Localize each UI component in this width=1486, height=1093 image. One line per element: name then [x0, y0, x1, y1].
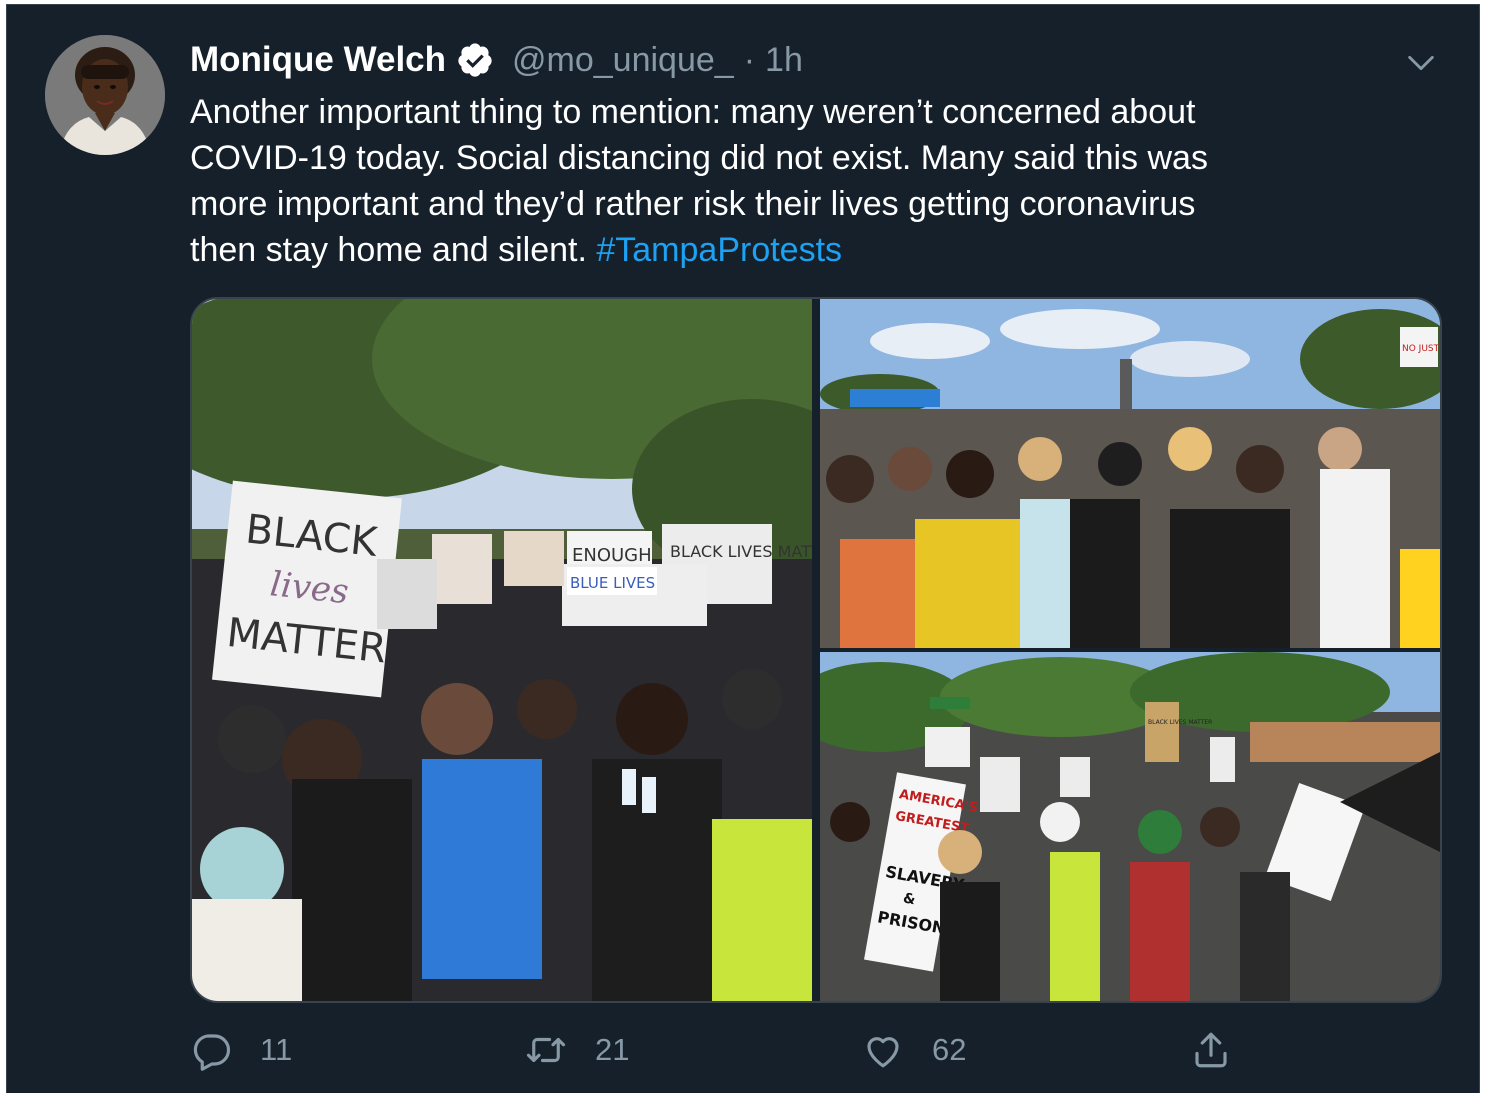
- protest-photo: BLACK lives MATTER BLACK LIVES MATTER EN…: [192, 299, 812, 1001]
- sign-text: lives: [268, 564, 350, 612]
- chevron-down-icon: [1408, 55, 1434, 71]
- photo-1[interactable]: BLACK lives MATTER BLACK LIVES MATTER EN…: [192, 299, 812, 1001]
- retweet-button[interactable]: 21: [525, 1025, 629, 1075]
- tweet-text: Another important thing to mention: many…: [190, 89, 1440, 273]
- reply-button[interactable]: 11: [190, 1025, 292, 1075]
- timestamp[interactable]: 1h: [765, 41, 803, 80]
- more-options-button[interactable]: [1401, 43, 1441, 83]
- author-handle[interactable]: @mo_unique_: [512, 41, 734, 80]
- reply-count: 11: [260, 1032, 293, 1067]
- tweet-text-line-last: then stay home and silent. #TampaProtest…: [190, 227, 1440, 273]
- hashtag-link[interactable]: #TampaProtests: [596, 231, 842, 269]
- like-count: 62: [932, 1032, 967, 1067]
- tweet-text-line: COVID-19 today. Social distancing did no…: [190, 139, 1208, 177]
- photo-2[interactable]: NO JUSTICE NO PEACE: [820, 299, 1440, 648]
- tweet-actions: 11 21 62: [190, 1025, 1250, 1075]
- media-grid: BLACK lives MATTER BLACK LIVES MATTER EN…: [190, 297, 1442, 1003]
- author-name[interactable]: Monique Welch: [190, 40, 446, 80]
- sign-text: BLACK LIVES MATTER: [670, 542, 812, 561]
- sign-text: NO JUSTICE NO PEACE: [1402, 344, 1440, 354]
- tweet-text-line: Another important thing to mention: many…: [190, 93, 1196, 131]
- sign-text: BLUE LIVES: [570, 574, 655, 592]
- separator-dot: ·: [743, 40, 756, 79]
- tweet-text-line: more important and they’d rather risk th…: [190, 185, 1196, 223]
- share-icon: [1195, 1032, 1227, 1068]
- tweet-card[interactable]: Monique Welch @mo_unique_ · 1h Another i…: [6, 4, 1480, 1093]
- verified-badge-icon: [456, 41, 494, 79]
- protest-photo: NO JUSTICE NO PEACE: [820, 299, 1440, 648]
- tweet-text-segment: then stay home and silent.: [190, 231, 597, 269]
- reply-icon: [193, 1034, 230, 1071]
- share-button[interactable]: [1190, 1025, 1232, 1075]
- photo-3[interactable]: AMERICA'S GREATEST SLAVERY & PRISONS BLA…: [820, 652, 1440, 1001]
- heart-icon: [867, 1037, 899, 1068]
- avatar[interactable]: [45, 35, 165, 155]
- retweet-count: 21: [595, 1032, 630, 1067]
- protest-photo: AMERICA'S GREATEST SLAVERY & PRISONS BLA…: [820, 652, 1440, 1001]
- tweet-header: Monique Welch @mo_unique_ · 1h: [190, 35, 803, 85]
- retweet-icon: [526, 1037, 566, 1063]
- sign-text: ENOUGH: [572, 545, 652, 566]
- like-button[interactable]: 62: [862, 1025, 966, 1075]
- sign-text: BLACK LIVES MATTER: [1148, 719, 1212, 726]
- avatar-photo: [45, 35, 165, 155]
